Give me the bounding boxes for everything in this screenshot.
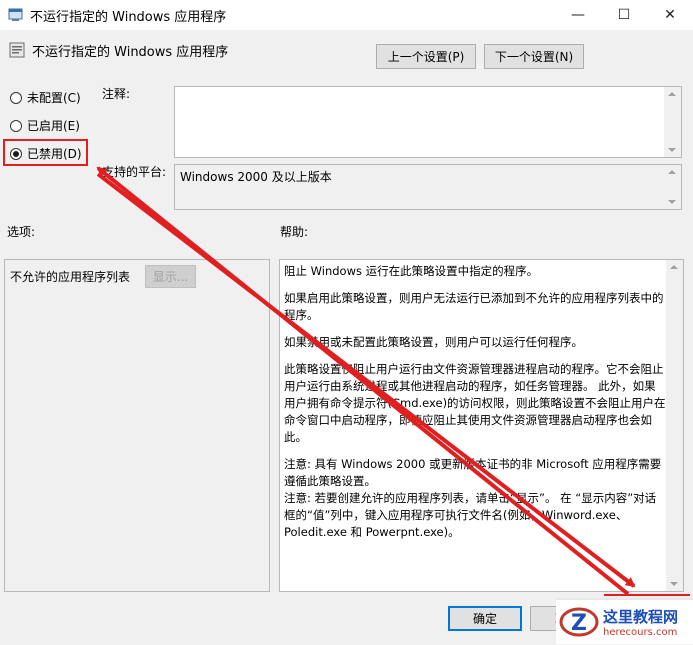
previous-setting-button[interactable]: 上一个设置(P) (376, 44, 476, 69)
watermark-site-name: 这里教程网 (603, 608, 679, 626)
minimize-button[interactable]: — (555, 0, 601, 30)
options-panel: 不允许的应用程序列表 显示... (4, 259, 270, 592)
radio-label: 已启用(E) (27, 119, 80, 133)
platform-value: Windows 2000 及以上版本 (180, 170, 332, 184)
scroll-up-icon[interactable] (668, 92, 676, 96)
scroll-down-icon[interactable] (670, 582, 678, 586)
scroll-up-icon[interactable] (670, 265, 678, 269)
comment-label: 注释: (102, 87, 131, 101)
disallowed-apps-label: 不允许的应用程序列表 (10, 270, 131, 284)
next-setting-button[interactable]: 下一个设置(N) (484, 44, 584, 69)
radio-circle[interactable] (10, 119, 22, 132)
options-label: 选项: (7, 225, 36, 239)
watermark-site-url: herecours.com (603, 627, 678, 638)
window-title: 不运行指定的 Windows 应用程序 (30, 10, 227, 25)
show-list-button[interactable]: 显示... (145, 265, 196, 288)
help-paragraph: 阻止 Windows 运行在此策略设置中指定的程序。 (284, 264, 539, 278)
help-paragraph: 此策略设置仅阻止用户运行由文件资源管理器进程启动的程序。它不会阻止用户运行由系统… (284, 362, 666, 444)
radio-enabled[interactable]: 已启用(E) (10, 117, 80, 134)
watermark: Z 这里教程网 herecours.com (556, 598, 693, 644)
scroll-down-icon[interactable] (668, 148, 676, 152)
radio-not-configured[interactable]: 未配置(C) (10, 89, 81, 106)
platform-scrollbar[interactable] (664, 165, 681, 209)
annotation-underline (604, 594, 690, 596)
radio-circle[interactable] (10, 91, 22, 104)
policy-setting-icon (9, 42, 25, 58)
ok-button[interactable]: 确定 (448, 606, 522, 631)
comment-scrollbar[interactable] (664, 87, 681, 157)
help-paragraph: 注意: 具有 Windows 2000 或更新版本证书的非 Microsoft … (284, 457, 662, 488)
help-scrollbar[interactable] (666, 260, 683, 591)
policy-window-icon (8, 7, 24, 23)
policy-name: 不运行指定的 Windows 应用程序 (32, 45, 229, 60)
maximize-button[interactable]: ☐ (601, 0, 647, 30)
help-panel: 阻止 Windows 运行在此策略设置中指定的程序。 如果启用此策略设置，则用户… (279, 259, 684, 592)
annotation-highlight-box (3, 139, 88, 166)
radio-label: 未配置(C) (27, 91, 81, 105)
help-paragraph: 注意: 若要创建允许的应用程序列表，请单击“显示”。 在 “显示内容”对话框的“… (284, 491, 657, 539)
comment-textarea[interactable] (174, 86, 682, 158)
watermark-logo-letter: Z (571, 611, 587, 636)
help-paragraph: 如果启用此策略设置，则用户无法运行已添加到不允许的应用程序列表中的程序。 (284, 291, 664, 322)
help-paragraph: 如果禁用或未配置此策略设置，则用户可以运行任何程序。 (284, 335, 583, 349)
scroll-down-icon[interactable] (668, 200, 676, 204)
platform-label: 支持的平台: (102, 165, 167, 179)
platform-field: Windows 2000 及以上版本 (174, 164, 682, 210)
scroll-up-icon[interactable] (668, 170, 676, 174)
close-button[interactable]: ✕ (647, 0, 693, 30)
help-label: 帮助: (280, 225, 309, 239)
watermark-logo-icon: Z (559, 602, 599, 642)
